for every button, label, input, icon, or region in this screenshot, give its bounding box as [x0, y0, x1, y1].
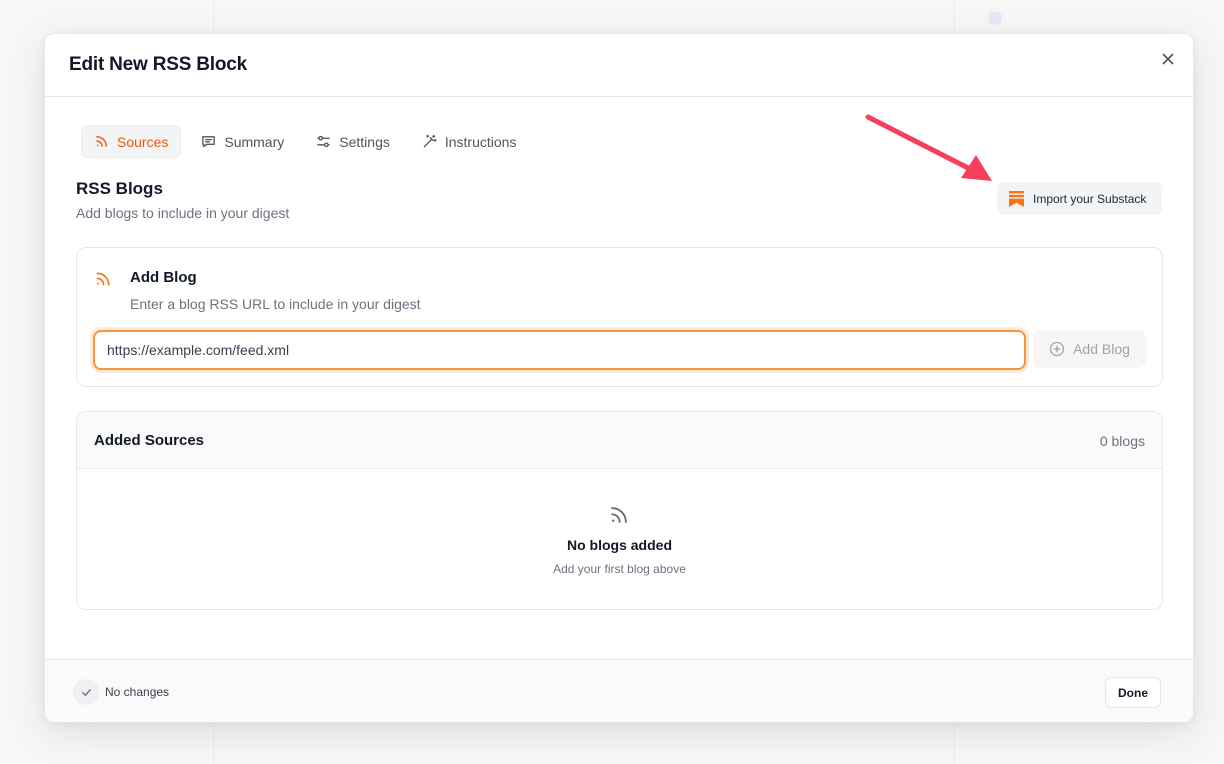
section-subtitle: Add blogs to include in your digest: [76, 205, 290, 221]
added-sources-header: Added Sources 0 blogs: [77, 412, 1162, 469]
import-substack-button[interactable]: Import your Substack: [997, 182, 1163, 215]
tab-label: Instructions: [444, 133, 517, 150]
status-text: No changes: [105, 685, 170, 699]
dialog-footer: No changes Done: [45, 659, 1193, 722]
blog-count: 0 blogs: [1099, 433, 1145, 449]
done-button[interactable]: Done: [1105, 677, 1161, 708]
rss-icon: [611, 507, 627, 523]
dialog-title: Edit New RSS Block: [69, 54, 247, 75]
empty-state-title: No blogs added: [567, 537, 672, 553]
close-icon: [1162, 53, 1174, 65]
background-icon: [988, 11, 1002, 25]
tab-summary[interactable]: Summary: [189, 125, 296, 158]
tab-label: Settings: [339, 133, 390, 150]
edit-rss-block-dialog: Edit New RSS Block Sources Summary Setti…: [44, 33, 1194, 723]
sliders-icon: [317, 135, 331, 148]
empty-state-subtitle: Add your first blog above: [553, 562, 686, 576]
add-blog-subtitle: Enter a blog RSS URL to include in your …: [130, 296, 421, 312]
magic-wand-icon: [423, 134, 437, 148]
close-button[interactable]: [1157, 48, 1179, 70]
section-title: RSS Blogs: [76, 179, 163, 198]
substack-logo-icon: [1009, 190, 1024, 207]
added-sources-card: Added Sources 0 blogs No blogs added Add…: [76, 411, 1163, 610]
add-blog-title: Add Blog: [130, 269, 197, 286]
rss-icon: [96, 136, 107, 147]
add-blog-card: Add Blog Enter a blog RSS URL to include…: [76, 247, 1163, 387]
dialog-header: Edit New RSS Block: [45, 34, 1193, 97]
tab-label: Summary: [224, 133, 285, 150]
tab-settings[interactable]: Settings: [304, 125, 402, 158]
rss-icon: [96, 272, 110, 286]
tab-instructions[interactable]: Instructions: [410, 125, 529, 158]
added-sources-title: Added Sources: [94, 432, 205, 449]
check-icon: [81, 688, 91, 696]
tab-label: Sources: [117, 133, 169, 150]
background-item: [988, 11, 1012, 25]
add-blog-button[interactable]: Add Blog: [1033, 330, 1146, 368]
status-indicator: [73, 679, 99, 705]
message-icon: [202, 136, 216, 148]
plus-circle-icon: [1049, 341, 1065, 357]
annotation-arrow-icon: [865, 114, 992, 181]
save-status: No changes: [73, 679, 169, 705]
tab-bar: Sources Summary Settings Instructions: [81, 125, 528, 158]
rss-url-input[interactable]: [93, 330, 1026, 370]
add-blog-button-label: Add Blog: [1073, 341, 1130, 357]
import-substack-label: Import your Substack: [1033, 191, 1147, 206]
tab-sources[interactable]: Sources: [81, 125, 182, 158]
